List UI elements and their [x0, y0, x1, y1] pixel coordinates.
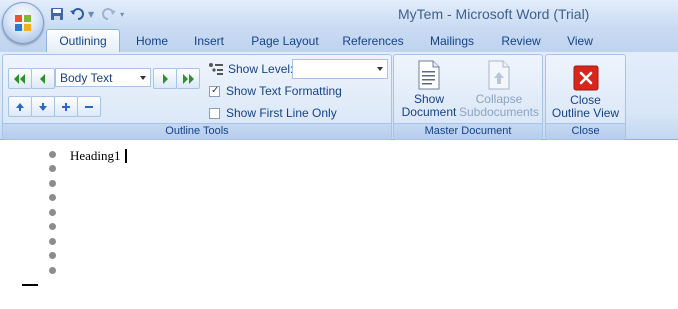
- show-first-line-only-row[interactable]: Show First Line Only: [209, 105, 337, 121]
- outline-level-value: Body Text: [60, 71, 113, 85]
- chevron-down-icon: [140, 76, 146, 80]
- outline-bullet[interactable]: [49, 194, 56, 201]
- collapse-subdocuments-button[interactable]: Collapse Subdocuments: [458, 60, 540, 119]
- undo-dropdown-icon[interactable]: ▼: [88, 10, 94, 19]
- end-of-document-mark: [22, 284, 38, 286]
- show-text-formatting-checkbox[interactable]: ✓: [209, 84, 220, 97]
- tab-insert[interactable]: Insert: [188, 32, 230, 52]
- right-arrow-icon: [163, 73, 168, 84]
- show-document-icon: [418, 60, 440, 90]
- collapse-subdocuments-line2: Subdocuments: [458, 105, 540, 119]
- outline-bullet[interactable]: [49, 267, 56, 274]
- undo-icon[interactable]: [68, 5, 86, 23]
- close-icon: [573, 65, 598, 91]
- checkmark-icon: ✓: [211, 84, 220, 96]
- outline-bullet[interactable]: [49, 238, 56, 245]
- show-first-line-only-label: Show First Line Only: [226, 106, 337, 120]
- close-outline-view-button[interactable]: Close Outline View: [548, 60, 623, 120]
- save-icon[interactable]: [48, 5, 66, 23]
- promote-to-heading1-button[interactable]: [8, 68, 32, 89]
- demote-button[interactable]: [153, 68, 177, 89]
- promote-button[interactable]: [31, 68, 55, 89]
- show-first-line-only-checkbox[interactable]: [209, 107, 220, 119]
- close-outline-view-line2: Outline View: [551, 106, 620, 120]
- plus-icon: [62, 102, 70, 111]
- down-arrow-icon: [39, 102, 47, 111]
- expand-button[interactable]: [54, 96, 78, 117]
- tab-review[interactable]: Review: [498, 32, 544, 52]
- demote-to-body-text-button[interactable]: [176, 68, 200, 89]
- customize-icon[interactable]: ▾: [120, 10, 124, 19]
- ribbon-tab-bar: Outlining Home Insert Page Layout Refere…: [0, 28, 678, 53]
- double-right-arrow-icon: [183, 73, 194, 84]
- show-document-button[interactable]: Show Document: [398, 60, 460, 119]
- outline-level-dropdown[interactable]: Body Text: [55, 68, 151, 87]
- redo-icon[interactable]: [100, 5, 118, 23]
- tab-view[interactable]: View: [562, 32, 598, 52]
- office-logo-icon: [15, 15, 31, 31]
- tab-page-layout[interactable]: Page Layout: [248, 32, 322, 52]
- master-document-group: Show Document Collapse Subdocuments Mast…: [393, 54, 543, 140]
- show-level-dropdown[interactable]: [292, 59, 388, 79]
- outline-bullet[interactable]: [49, 151, 56, 158]
- minus-icon: [85, 105, 93, 108]
- move-up-button[interactable]: [8, 96, 32, 117]
- window-title: MyTem - Microsoft Word (Trial): [398, 6, 590, 22]
- tab-mailings[interactable]: Mailings: [424, 32, 480, 52]
- show-level-icon: [209, 63, 223, 75]
- outline-bullet[interactable]: [49, 180, 56, 187]
- text-cursor: [125, 149, 127, 163]
- tab-outlining[interactable]: Outlining: [46, 29, 120, 53]
- outline-tools-group: Body Text Show Level: ✓ Show Text Format…: [2, 54, 392, 140]
- master-document-label: Master Document: [394, 123, 542, 139]
- close-group: Close Outline View Close: [545, 54, 626, 140]
- show-level-row: Show Level:: [208, 61, 293, 77]
- up-arrow-icon: [16, 102, 24, 111]
- double-left-arrow-icon: [14, 73, 25, 84]
- left-arrow-icon: [40, 73, 45, 84]
- outline-bullet[interactable]: [49, 223, 56, 230]
- outline-tools-label: Outline Tools: [3, 123, 391, 139]
- show-text-formatting-row[interactable]: ✓ Show Text Formatting: [209, 83, 342, 99]
- tab-references[interactable]: References: [340, 32, 406, 52]
- outline-bullet[interactable]: [49, 209, 56, 216]
- move-down-button[interactable]: [31, 96, 55, 117]
- show-text-formatting-label: Show Text Formatting: [226, 84, 342, 98]
- collapse-subdocuments-icon: [488, 60, 510, 90]
- show-level-label: Show Level:: [228, 62, 294, 76]
- outline-bullet[interactable]: [49, 252, 56, 259]
- tab-home[interactable]: Home: [130, 32, 174, 52]
- title-bar: ▼ ▾ MyTem - Microsoft Word (Trial): [0, 0, 678, 44]
- chevron-down-icon: [377, 67, 383, 71]
- show-document-line2: Document: [401, 105, 457, 119]
- close-group-label: Close: [546, 123, 625, 139]
- office-button[interactable]: [2, 2, 44, 44]
- outline-heading-text[interactable]: Heading1: [70, 148, 121, 164]
- quick-access-toolbar: ▼ ▾: [48, 5, 130, 23]
- document-area[interactable]: Heading1: [0, 140, 678, 309]
- ribbon: Body Text Show Level: ✓ Show Text Format…: [0, 52, 678, 140]
- collapse-button[interactable]: [77, 96, 101, 117]
- outline-bullet[interactable]: [49, 165, 56, 172]
